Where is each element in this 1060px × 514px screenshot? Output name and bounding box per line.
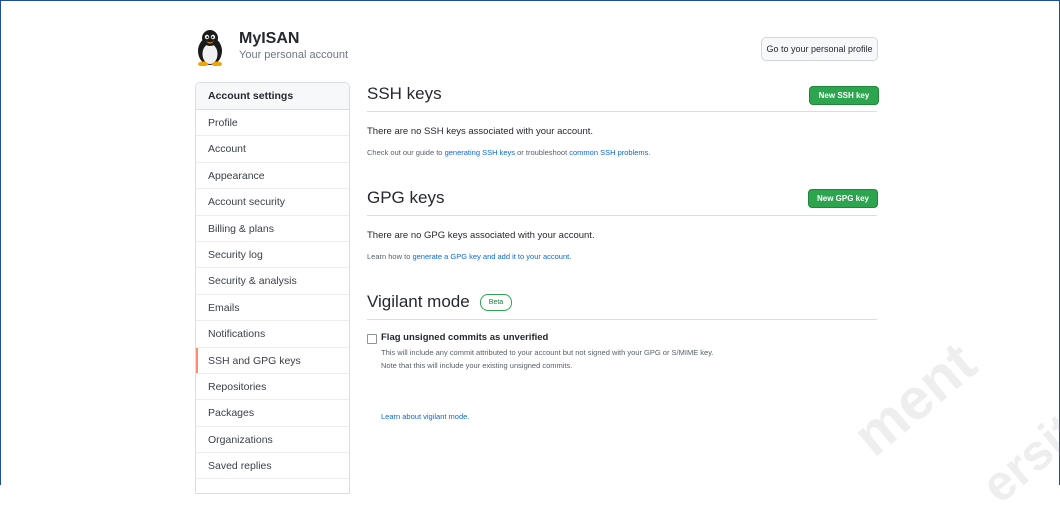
flag-unsigned-commits-label[interactable]: Flag unsigned commits as unverified xyxy=(381,332,548,343)
sidebar-item-profile[interactable]: Profile xyxy=(196,110,349,137)
ssh-hint: Check out our guide to generating SSH ke… xyxy=(367,148,651,157)
go-to-profile-button[interactable]: Go to your personal profile xyxy=(761,37,878,61)
new-ssh-key-button[interactable]: New SSH key xyxy=(809,86,879,105)
divider xyxy=(367,215,877,216)
sidebar-item-account-security[interactable]: Account security xyxy=(196,189,349,216)
common-ssh-problems-link[interactable]: common SSH problems xyxy=(569,148,648,157)
gpg-hint-suffix: . xyxy=(569,252,572,261)
sidebar-item-emails[interactable]: Emails xyxy=(196,295,349,322)
ssh-hint-middle: or troubleshoot xyxy=(515,148,570,157)
sidebar-item-ssh-gpg-keys[interactable]: SSH and GPG keys xyxy=(196,347,349,374)
ssh-keys-title: SSH keys xyxy=(367,84,442,103)
sidebar-item-appearance[interactable]: Appearance xyxy=(196,163,349,190)
sidebar-item-packages[interactable]: Packages xyxy=(196,400,349,427)
sidebar-item-saved-replies[interactable]: Saved replies xyxy=(196,453,349,480)
vigilant-note-line1: This will include any commit attributed … xyxy=(381,348,714,357)
sidebar-item-account[interactable]: Account xyxy=(196,136,349,163)
divider xyxy=(367,319,877,320)
ssh-empty-message: There are no SSH keys associated with yo… xyxy=(367,126,594,137)
gpg-empty-message: There are no GPG keys associated with yo… xyxy=(367,230,595,241)
beta-badge: Beta xyxy=(480,294,512,311)
flag-unsigned-commits-checkbox[interactable] xyxy=(367,334,377,344)
sidebar-heading: Account settings xyxy=(196,83,349,110)
ssh-hint-prefix: Check out our guide to xyxy=(367,148,445,157)
ssh-hint-suffix: . xyxy=(648,148,651,157)
account-name[interactable]: MyISAN xyxy=(239,30,299,48)
sidebar-item-notifications[interactable]: Notifications xyxy=(196,321,349,348)
gpg-keys-title: GPG keys xyxy=(367,188,445,207)
sidebar-item-organizations[interactable]: Organizations xyxy=(196,427,349,454)
new-gpg-key-button[interactable]: New GPG key xyxy=(808,189,878,208)
generating-ssh-keys-link[interactable]: generating SSH keys xyxy=(445,148,515,157)
learn-vigilant-mode-link[interactable]: Learn about vigilant mode. xyxy=(381,412,469,421)
generate-gpg-key-link[interactable]: generate a GPG key and add it to your ac… xyxy=(412,252,569,261)
divider xyxy=(367,111,877,112)
avatar-penguin-icon[interactable] xyxy=(192,28,228,67)
sidebar-item-security-analysis[interactable]: Security & analysis xyxy=(196,268,349,295)
account-subtitle: Your personal account xyxy=(239,49,349,61)
settings-sidebar: Account settings Profile Account Appeara… xyxy=(195,82,350,494)
sidebar-item-repositories[interactable]: Repositories xyxy=(196,374,349,401)
sidebar-item-billing[interactable]: Billing & plans xyxy=(196,216,349,242)
gpg-hint-prefix: Learn how to xyxy=(367,252,413,261)
vigilant-mode-title: Vigilant mode xyxy=(367,292,470,311)
gpg-hint: Learn how to generate a GPG key and add … xyxy=(367,252,571,261)
vigilant-note-line2: Note that this will include your existin… xyxy=(381,361,573,370)
sidebar-item-security-log[interactable]: Security log xyxy=(196,242,349,269)
